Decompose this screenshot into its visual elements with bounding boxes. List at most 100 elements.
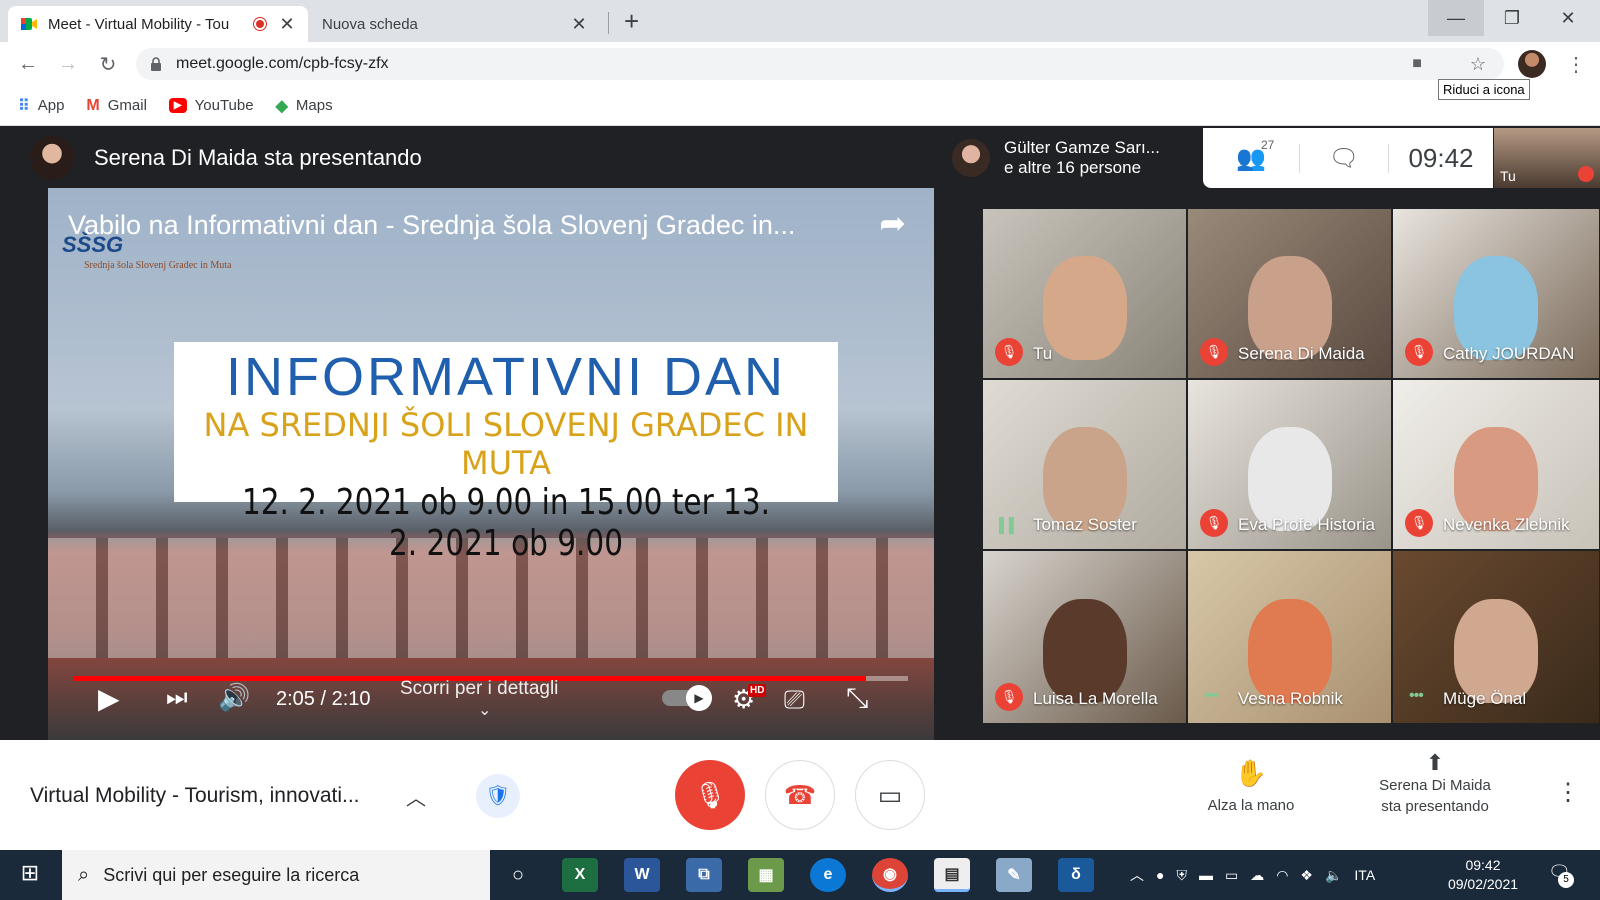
host-controls-shield-icon[interactable]: 🛡 [476,774,520,818]
close-window-button[interactable]: ✕ [1540,0,1596,36]
battery-icon[interactable]: ▭ [1225,867,1238,884]
minimize-button[interactable]: — [1428,0,1484,36]
participant-name: Vesna Robnik [1238,689,1343,708]
tab-new[interactable]: Nuova scheda ✕ [310,6,600,42]
participant-tile[interactable]: 🎙 Nevenka Zlebnik [1392,379,1600,550]
presenting-status-button[interactable]: ⬆ Serena Di Maida sta presentando [1360,752,1510,817]
leave-call-button[interactable]: ☎ [765,760,835,830]
participant-tile[interactable]: 🎙 Eva Profe Historia [1187,379,1392,550]
mic-off-icon: 🎙 [1405,509,1433,537]
chevron-down-icon[interactable]: ⌄ [478,700,491,720]
participant-tile[interactable]: ••• Vesna Robnik [1187,550,1392,724]
presented-video[interactable]: SŠSG Srednja šola Slovenj Gradec in Muta… [48,188,934,740]
video-title[interactable]: Vabilo na Informativni dan - Srednja šol… [68,210,795,241]
paint-icon[interactable]: ✎ [996,858,1032,892]
participant-name: Tu [1033,344,1053,363]
cloud-icon[interactable]: ☁ [1250,867,1264,884]
edge-icon[interactable]: e [810,858,846,892]
forward-arrow-icon[interactable]: → [54,50,82,78]
mic-off-icon [1578,166,1594,182]
play-icon[interactable]: ▶ [98,682,120,715]
tray-app-icon[interactable]: ▬ [1199,867,1213,883]
language-indicator[interactable]: ITA [1354,867,1375,883]
autoplay-play-icon: ▶ [686,685,712,711]
next-icon[interactable]: ⏭ [166,684,188,712]
video-logo-subtitle: Srednja šola Slovenj Gradec in Muta [84,260,232,271]
reload-icon[interactable]: ↻ [94,50,122,78]
mic-off-icon: 🎙 [693,779,727,810]
camera-in-use-icon[interactable]: ■ [1412,55,1422,73]
more-dots-icon: ••• [1204,687,1219,704]
address-bar[interactable]: meet.google.com/cpb-fcsy-zfx ■ ☆ [136,48,1504,80]
participant-tile[interactable]: ▌▌ Tomaz Soster [982,379,1187,550]
delta-app-icon[interactable]: δ [1058,858,1094,892]
restore-button[interactable]: ❐ [1484,0,1540,36]
mic-toggle-button[interactable]: 🎙 [675,760,745,830]
word-icon[interactable]: W [624,858,660,892]
bookmark-gmail[interactable]: M Gmail [86,97,147,115]
presenter-text: Serena Di Maida sta presentando [94,145,422,170]
exit-fullscreen-icon[interactable]: ⤡ [846,682,868,715]
participant-tile[interactable]: 🎙 Cathy JOURDAN [1392,208,1600,379]
tab-meet[interactable]: Meet - Virtual Mobility - Tou ✕ [8,6,308,42]
image-app-icon[interactable]: ▦ [748,858,784,892]
tab-title: Meet - Virtual Mobility - Tou [48,15,230,33]
autoplay-toggle[interactable]: ▶ [662,685,712,711]
chrome-icon[interactable]: ◉ [872,858,908,892]
search-placeholder: Scrivi qui per eseguire la ricerca [103,864,360,885]
url-text: meet.google.com/cpb-fcsy-zfx [176,55,389,72]
back-arrow-icon[interactable]: ← [14,50,42,78]
other-participants-chip[interactable]: Gülter Gamze Sarı... e altre 16 persone [944,128,1202,188]
bookmark-maps[interactable]: ◆ Maps [276,96,333,116]
document-app-icon[interactable]: ▤ [934,858,970,892]
meeting-title[interactable]: Virtual Mobility - Tourism, innovati... [30,784,360,808]
participant-tile[interactable]: 🎙 Serena Di Maida [1187,208,1392,379]
wifi-icon[interactable]: ◠ [1276,867,1288,884]
network-app-icon[interactable]: ⧉ [686,858,722,892]
raise-hand-label: Alza la mano [1207,797,1295,814]
hd-badge: HD [748,684,767,697]
mic-off-icon: 🎙 [1200,338,1228,366]
dropbox-icon[interactable]: ❖ [1300,867,1313,884]
chevron-up-icon[interactable]: ︿ [406,782,426,811]
profile-avatar[interactable] [1518,50,1546,78]
participant-tile[interactable]: 🎙 Tu [982,208,1187,379]
cortana-icon[interactable]: ○ [500,858,536,892]
maps-icon: ◆ [275,97,288,115]
bookmark-apps[interactable]: ⠿ App [18,96,64,116]
participant-tile[interactable]: ••• Müge Önal [1392,550,1600,724]
security-icon[interactable]: ⛨ [1176,867,1187,884]
excel-icon[interactable]: X [562,858,598,892]
scroll-for-details[interactable]: Scorri per i dettagli [400,678,558,700]
tray-app-icon[interactable]: ● [1156,867,1164,883]
chevron-up-icon[interactable]: ︿ [1130,865,1144,885]
bookmark-star-icon[interactable]: ☆ [1470,54,1486,75]
share-arrow-icon[interactable]: ➦ [879,204,906,242]
people-button[interactable]: 👥 27 [1203,138,1299,173]
close-tab-icon[interactable]: ✕ [570,14,588,35]
poster-line-1: INFORMATIVNI DAN [226,347,786,407]
camera-toggle-button[interactable]: ▭ [855,760,925,830]
cast-icon[interactable]: ⎚ [784,684,805,716]
self-view-tile[interactable]: Tu [1494,128,1600,188]
others-line-2: e altre 16 persone [1004,158,1142,177]
close-tab-icon[interactable]: ✕ [278,14,296,35]
participant-video [1042,256,1127,361]
taskbar-search-box[interactable]: ⌕ Scrivi qui per eseguire la ricerca [62,850,490,900]
chat-button[interactable]: 🗨 [1299,143,1389,173]
browser-menu-icon[interactable]: ⋮ [1566,52,1586,77]
bookmark-youtube[interactable]: ▶ YouTube [168,97,254,114]
more-options-icon[interactable]: ⋮ [1556,778,1580,807]
speaking-indicator-icon: ▌▌ [999,517,1019,533]
notifications-icon[interactable]: 🗨 5 [1548,862,1574,888]
windows-start-icon[interactable]: ⊞ [10,860,50,890]
new-tab-plus-icon[interactable]: + [624,6,639,37]
volume-icon[interactable]: 🔊 [218,682,250,713]
browser-toolbar: ← → ↻ meet.google.com/cpb-fcsy-zfx ■ ☆ R… [0,42,1600,100]
raise-hand-button[interactable]: ✋ Alza la mano [1196,758,1306,814]
participant-tile[interactable]: 🎙 Luisa La Morella [982,550,1187,724]
taskbar-clock[interactable]: 09:42 09/02/2021 [1438,856,1528,894]
taskbar-date: 09/02/2021 [1447,876,1519,892]
presenter-header: Serena Di Maida sta presentando [0,128,940,188]
speaker-icon[interactable]: 🔈 [1325,867,1342,884]
